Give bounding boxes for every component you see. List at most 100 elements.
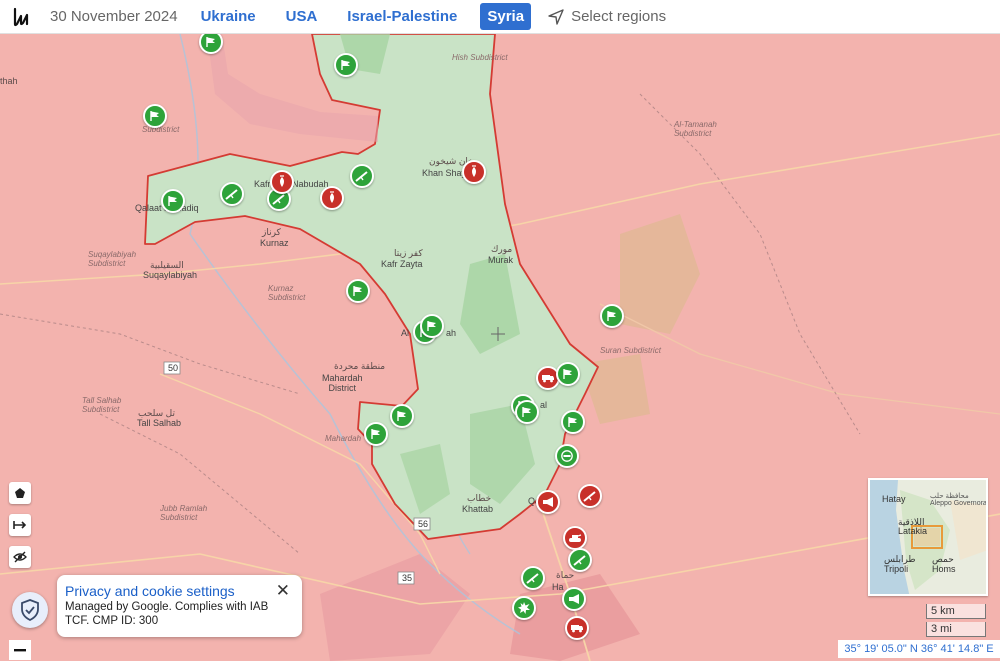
polygon-tool-button[interactable] [9,482,31,504]
flag-marker[interactable] [364,422,388,446]
flag-icon [149,110,161,122]
megaphone-marker[interactable] [536,490,560,514]
cookie-description: Managed by Google. Complies with IAB TCF… [65,601,269,627]
place-mahardah-sub: Mahardah [325,434,362,443]
map-canvas[interactable]: 50 56 35 thah Subdistrict Qalaat al-Madi… [0,30,1000,661]
flag-marker[interactable] [161,189,185,213]
scale-km: 5 km [926,604,986,619]
logo-icon[interactable] [12,4,38,30]
rifle-icon [526,571,540,585]
tab-syria[interactable]: Syria [480,3,532,30]
place-kurnaz-subdistrict: Kurnaz Subdistrict [268,284,306,302]
rifle-marker[interactable] [220,182,244,206]
place-khattab: Khattab [462,504,494,514]
flag-icon [426,320,438,332]
hide-layers-button[interactable] [9,546,31,568]
bomb-icon [327,191,337,205]
minus-icon [14,649,26,652]
road-56-label: 56 [418,519,429,529]
flag-marker[interactable] [556,362,580,386]
truck-icon [570,623,584,633]
place-kafr: Kafr [254,179,271,189]
bomb-marker[interactable] [270,170,294,194]
measure-tool-button[interactable] [9,514,31,536]
minimap-aleppo: محافظة حلب Aleppo Governorate [930,493,987,507]
place-murak: Murak [488,255,514,265]
place-hama-ar: حماة [556,570,575,580]
place-khattab-ar: خطاب [467,493,492,503]
pentagon-icon [15,488,25,498]
road-50-label: 50 [168,363,179,373]
flag-marker[interactable] [334,53,358,77]
navigation-arrow-icon [548,8,564,25]
place-al-latamnah-suffix: ah [446,328,457,338]
flag-marker[interactable] [600,304,624,328]
flag-marker[interactable] [346,279,370,303]
flag-icon [606,310,618,322]
tank-marker[interactable] [563,526,587,550]
place-tall-salhab: Tall Salhab [137,418,182,428]
cookie-banner: Privacy and cookie settings Managed by G… [57,575,302,637]
flag-icon [567,416,579,428]
place-suran-subdistrict: Suran Subdistrict [600,346,661,355]
minus-icon [561,450,573,462]
rifle-marker[interactable] [350,164,374,188]
rifle-icon [355,169,369,183]
tank-icon [568,532,582,544]
tab-israel-palestine[interactable]: Israel-Palestine [340,3,464,30]
flag-marker[interactable] [561,410,585,434]
megaphone-icon [567,593,581,605]
flag-icon [521,406,533,418]
megaphone-marker[interactable] [562,587,586,611]
tab-ukraine[interactable]: Ukraine [194,3,263,30]
flag-marker[interactable] [143,104,167,128]
place-mahardah-district: Mahardah District [322,373,363,393]
megaphone-icon [541,496,555,508]
flag-icon [562,368,574,380]
cookie-settings-link[interactable]: Privacy and cookie settings [65,583,292,599]
top-bar: 30 November 2024 Ukraine USA Israel-Pale… [0,0,1000,34]
cookie-close-button[interactable]: ✕ [276,581,290,601]
bomb-marker[interactable] [320,186,344,210]
minus-marker[interactable] [555,444,579,468]
flag-icon [352,285,364,297]
place-kafr-zayta: Kafr Zayta [381,259,423,269]
place-murak-ar: مورك [491,244,513,254]
bomb-marker[interactable] [462,160,486,184]
flag-marker[interactable] [515,400,539,424]
place-kurnaz-ar: كرناز [262,227,281,237]
rifle-icon [272,192,286,206]
eye-off-icon [13,551,27,563]
place-suqaylabiyah-subdistrict: Suqaylabiyah Subdistrict [88,250,137,268]
shield-check-icon [21,599,39,621]
place-thah: thah [0,76,18,86]
flag-marker[interactable] [420,314,444,338]
explosion-icon [517,601,531,615]
date-label[interactable]: 30 November 2024 [50,8,178,25]
flag-icon [370,428,382,440]
flag-marker[interactable] [390,404,414,428]
rifle-icon [225,187,239,201]
tab-usa[interactable]: USA [279,3,325,30]
privacy-shield-button[interactable] [12,592,48,628]
rifle-icon [583,489,597,503]
measure-arrow-icon [13,521,27,529]
place-mahardah-ar: منطقة محردة [334,361,386,371]
truck-marker[interactable] [565,616,589,640]
select-regions-label: Select regions [571,8,667,25]
rifle-marker[interactable] [578,484,602,508]
map-scale: 5 km 3 mi [926,604,986,640]
rifle-marker[interactable] [521,566,545,590]
place-al-tamanah: Al-Tamanah Subdistrict [674,120,717,138]
zoom-out-button[interactable] [9,640,31,660]
select-regions-button[interactable]: Select regions [547,8,666,26]
overview-minimap[interactable]: Hatay محافظة حلب Aleppo Governorate اللا… [868,478,988,596]
minimap-latakia: اللاذقية Latakia [898,517,928,536]
place-kafr-zayta-ar: كفر زيتا [394,248,423,258]
place-khan-shay: Khan Shay [422,168,467,178]
place-hama: Ha [552,582,564,592]
place-jubb-ramlah: Jubb Ramlah Subdistrict [160,504,208,522]
rifle-marker[interactable] [568,548,592,572]
road-35-label: 35 [402,573,413,583]
explosion-marker[interactable] [512,596,536,620]
